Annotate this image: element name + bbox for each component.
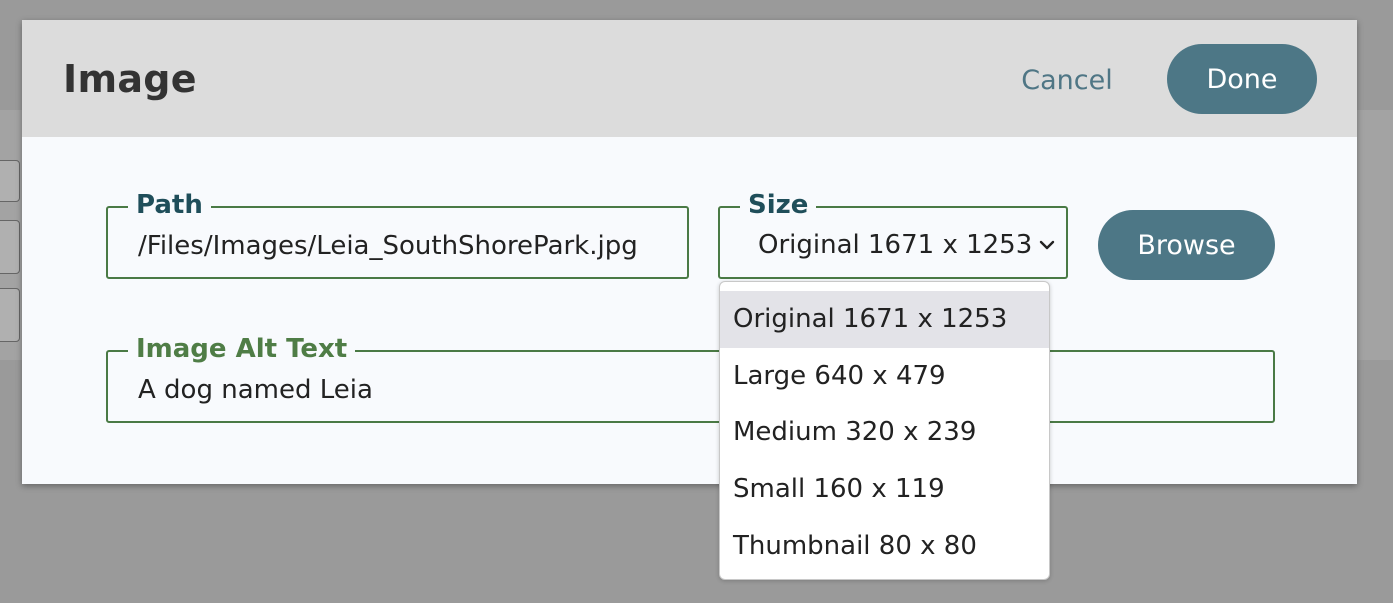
cancel-button[interactable]: Cancel bbox=[1007, 60, 1127, 100]
size-selected-value: Original 1671 x 1253 bbox=[758, 230, 1033, 260]
size-option-large[interactable]: Large 640 x 479 bbox=[720, 348, 1049, 405]
path-input[interactable]: /Files/Images/Leia_SouthShorePark.jpg bbox=[138, 230, 638, 262]
alt-text-input[interactable]: A dog named Leia bbox=[138, 374, 373, 406]
size-option-original[interactable]: Original 1671 x 1253 bbox=[720, 291, 1049, 348]
background-tool-icon bbox=[0, 288, 20, 342]
size-option-small[interactable]: Small 160 x 119 bbox=[720, 461, 1049, 518]
path-label: Path bbox=[128, 188, 211, 222]
size-label: Size bbox=[740, 188, 817, 222]
path-field[interactable]: Path /Files/Images/Leia_SouthShorePark.j… bbox=[106, 188, 689, 279]
dialog-title: Image bbox=[63, 57, 197, 101]
done-button[interactable]: Done bbox=[1167, 44, 1317, 114]
background-tool-icon bbox=[0, 160, 20, 202]
alt-text-label: Image Alt Text bbox=[128, 332, 356, 366]
size-option-thumbnail[interactable]: Thumbnail 80 x 80 bbox=[720, 518, 1049, 575]
size-options-list: Original 1671 x 1253 Large 640 x 479 Med… bbox=[720, 282, 1049, 574]
size-option-medium[interactable]: Medium 320 x 239 bbox=[720, 404, 1049, 461]
alt-text-field[interactable]: Image Alt Text A dog named Leia bbox=[106, 332, 1275, 423]
size-select[interactable]: Size Original 1671 x 1253 bbox=[718, 188, 1068, 279]
background-tool-icon bbox=[0, 220, 20, 274]
dialog-header: Image Cancel Done bbox=[22, 20, 1357, 137]
size-dropdown-menu: Original 1671 x 1253 Large 640 x 479 Med… bbox=[719, 281, 1050, 580]
chevron-down-icon[interactable] bbox=[1038, 236, 1056, 254]
image-dialog: Image Cancel Done Path /Files/Images/Lei… bbox=[22, 20, 1357, 484]
browse-button[interactable]: Browse bbox=[1098, 210, 1275, 280]
